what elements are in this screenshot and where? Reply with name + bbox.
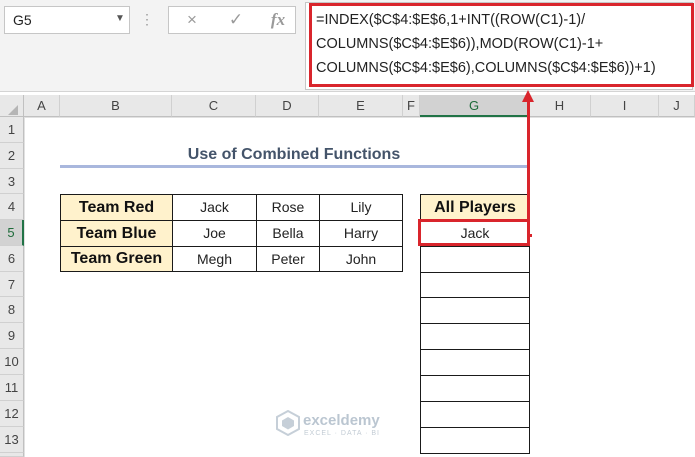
enter-icon[interactable]: ✓	[221, 9, 251, 31]
all-players-cell[interactable]	[420, 349, 530, 376]
row-header-13[interactable]: 13	[0, 427, 24, 453]
row-header-1[interactable]: 1	[0, 117, 24, 143]
drag-handle-icon[interactable]: ⋮	[140, 9, 154, 31]
insert-function-icon[interactable]: fx	[263, 9, 293, 31]
callout-arrow-line	[527, 96, 530, 237]
player-cell[interactable]: Jack	[172, 194, 257, 221]
column-header-g[interactable]: G	[420, 95, 529, 117]
player-cell[interactable]: Megh	[172, 246, 257, 272]
player-cell[interactable]: Lily	[319, 194, 403, 221]
player-cell[interactable]: Bella	[256, 220, 320, 247]
all-players-header[interactable]: All Players	[420, 194, 530, 221]
all-players-cell[interactable]	[420, 272, 530, 298]
row-header-10[interactable]: 10	[0, 349, 24, 375]
watermark-tagline: EXCEL · DATA · BI	[304, 430, 380, 437]
chevron-down-icon[interactable]: ▼	[112, 8, 128, 30]
watermark-name: exceldemy	[303, 412, 380, 429]
column-header-d[interactable]: D	[256, 95, 319, 117]
column-header-e[interactable]: E	[319, 95, 403, 117]
callout-arrow-connector	[527, 234, 532, 237]
row-header-7[interactable]: 7	[0, 272, 24, 297]
column-header-j[interactable]: J	[659, 95, 695, 117]
row-header-6[interactable]: 6	[0, 246, 24, 272]
row-header-14[interactable]	[0, 453, 24, 457]
team-name-cell[interactable]: Team Red	[60, 194, 173, 221]
team-name-cell[interactable]: Team Green	[60, 246, 173, 272]
formula-buttons: × ✓ fx	[168, 6, 296, 34]
row-header-4[interactable]: 4	[0, 194, 24, 220]
row-header-12[interactable]: 12	[0, 401, 24, 427]
row-header-2[interactable]: 2	[0, 143, 24, 169]
all-players-cell[interactable]	[420, 401, 530, 428]
arrow-up-icon	[522, 90, 534, 102]
player-cell[interactable]: Harry	[319, 220, 403, 247]
sheet-title[interactable]: Use of Combined Functions	[60, 144, 528, 166]
player-cell[interactable]: Joe	[172, 220, 257, 247]
row-header-5[interactable]: 5	[0, 220, 24, 246]
all-players-cell[interactable]	[420, 297, 530, 324]
all-players-cell[interactable]	[420, 427, 530, 454]
all-players-cell[interactable]	[420, 246, 530, 273]
row-header-11[interactable]: 11	[0, 375, 24, 401]
row-header-8[interactable]: 8	[0, 297, 24, 323]
selected-cell-highlight	[418, 219, 530, 246]
exceldemy-logo-icon	[276, 410, 300, 436]
column-header-h[interactable]: H	[529, 95, 591, 117]
player-cell[interactable]: Peter	[256, 246, 320, 272]
player-cell[interactable]: Rose	[256, 194, 320, 221]
title-underline	[60, 165, 528, 168]
team-name-cell[interactable]: Team Blue	[60, 220, 173, 247]
player-cell[interactable]: John	[319, 246, 403, 272]
cancel-icon[interactable]: ×	[177, 9, 207, 31]
row-header-3[interactable]: 3	[0, 169, 24, 194]
column-header-c[interactable]: C	[172, 95, 256, 117]
select-all-triangle-icon	[8, 105, 18, 115]
all-players-cell[interactable]	[420, 375, 530, 402]
column-header-a[interactable]: A	[24, 95, 60, 117]
column-header-f[interactable]: F	[403, 95, 420, 117]
column-header-i[interactable]: I	[591, 95, 659, 117]
row-header-9[interactable]: 9	[0, 323, 24, 349]
column-header-b[interactable]: B	[60, 95, 172, 117]
cell-grid[interactable]	[24, 117, 695, 457]
all-players-cell[interactable]	[420, 323, 530, 350]
formula-highlight-box	[309, 3, 694, 87]
